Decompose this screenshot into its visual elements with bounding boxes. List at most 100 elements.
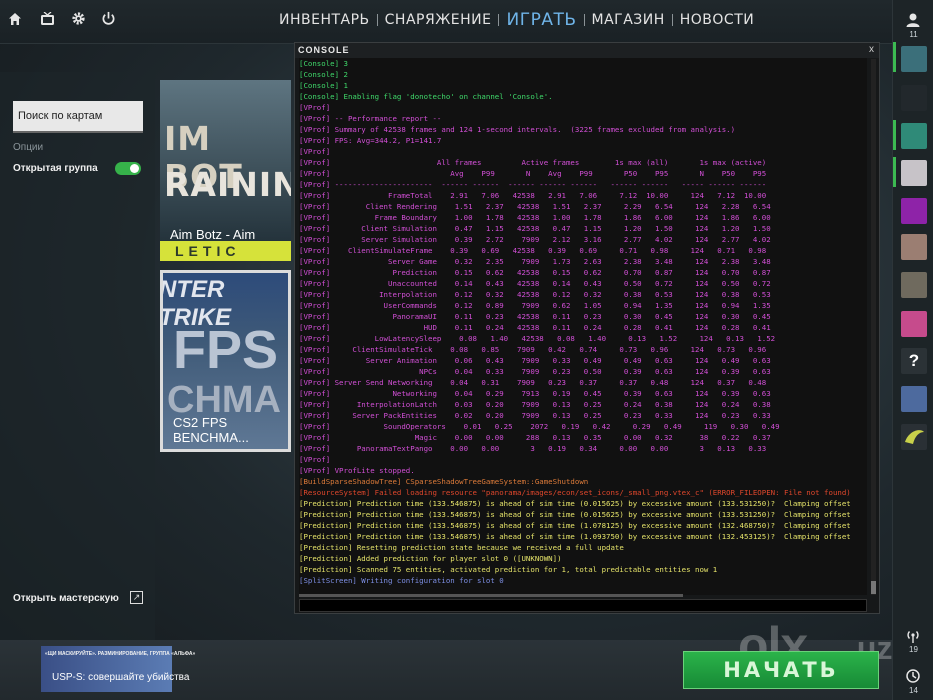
online-indicator (893, 157, 896, 187)
console-line: [Console] Enabling flag 'donotecho' on c… (299, 92, 553, 101)
home-icon[interactable] (4, 11, 26, 33)
console-line: [Prediction] Prediction time (133.546875… (299, 499, 851, 508)
console-line: [VProf] Server Game 0.32 2.35 7909 1.73 … (299, 257, 771, 266)
close-icon[interactable]: x (869, 44, 874, 55)
console-title: CONSOLE (298, 45, 350, 55)
console-line: [VProf] Server PackEntities 0.02 0.20 79… (299, 411, 771, 420)
history-count: 14 (909, 686, 918, 695)
console-line: [VProf] Frame Boundary 1.00 1.78 42538 1… (299, 213, 771, 222)
nav-play[interactable]: ИГРАТЬ (499, 10, 583, 30)
console-line: [Prediction] Prediction time (133.546875… (299, 521, 851, 530)
console-line: [VProf] SoundOperators 0.01 0.25 2072 0.… (299, 422, 780, 431)
console-title-bar[interactable]: CONSOLE x (295, 43, 879, 58)
console-line: [VProf] Server Send Networking 0.04 0.31… (299, 378, 767, 387)
map-art-text: CHMA (167, 379, 281, 421)
console-line: [ResourceSystem] Failed loading resource… (299, 488, 851, 497)
console-line: [VProf] ---------------------- ------ --… (299, 180, 767, 189)
friend-avatar[interactable] (901, 198, 927, 224)
console-output: [Console] 3 [Console] 2 [Console] 1 [Consol… (299, 58, 867, 595)
console-scrollbar[interactable] (871, 59, 876, 595)
console-line: [Prediction] Scanned 75 entities, activa… (299, 565, 718, 574)
friend-avatar[interactable] (901, 424, 927, 450)
console-command-input[interactable] (299, 599, 867, 612)
console-line: [Prediction] Prediction time (133.546875… (299, 510, 851, 519)
console-line: [BuildSparseShadowTree] CSparseShadowTre… (299, 477, 589, 486)
signal-count: 19 (909, 645, 918, 654)
console-line: [VProf] Magic 0.00 0.00 288 0.13 0.35 0.… (299, 433, 771, 442)
friend-avatar[interactable] (901, 46, 927, 72)
console-line: [Prediction] Resetting prediction state … (299, 543, 624, 552)
tv-icon[interactable] (36, 11, 58, 33)
open-workshop-link[interactable]: Открыть мастерскую (13, 593, 119, 604)
online-indicator (893, 42, 896, 72)
console-line: [VProf] NPCs 0.04 0.33 7909 0.23 0.50 0.… (299, 367, 771, 376)
console-line: [VProf] VProfLite stopped. (299, 466, 415, 475)
console-line: [VProf] Unaccounted 0.14 0.43 42538 0.14… (299, 279, 771, 288)
map-art-text: FPS (173, 320, 279, 380)
friend-avatar[interactable] (901, 160, 927, 186)
console-line: [VProf] Avg P99 N Avg P99 P50 P95 N P50 … (299, 169, 767, 178)
cs2-main-menu: ИНВЕНТАРЬ СНАРЯЖЕНИЕ ИГРАТЬ МАГАЗИН НОВО… (0, 0, 933, 700)
power-icon[interactable] (97, 11, 119, 33)
console-line: [VProf] Server Animation 0.06 0.43 7909 … (299, 356, 771, 365)
map-art-strip: LETIC (160, 241, 291, 261)
nav-inventory[interactable]: ИНВЕНТАРЬ (272, 12, 377, 28)
friend-avatar[interactable] (901, 123, 927, 149)
friend-avatar[interactable] (901, 272, 927, 298)
unknown-avatar-icon[interactable]: ? (901, 348, 927, 374)
console-line: [VProf] FPS: Avg=344.2, P1=141.7 (299, 136, 442, 145)
nav-news[interactable]: НОВОСТИ (673, 12, 761, 28)
console-line: [VProf] Interpolation 0.12 0.32 42538 0.… (299, 290, 771, 299)
console-line: [SplitScreen] Writing configuration for … (299, 576, 504, 585)
open-group-toggle[interactable] (115, 162, 141, 175)
console-line: [VProf] ClientSimulateFrame 0.39 0.69 42… (299, 246, 767, 255)
console-line: [VProf] All frames Active frames 1s max … (299, 158, 767, 167)
nav-store[interactable]: МАГАЗИН (585, 12, 672, 28)
options-heading: Опции (13, 142, 44, 153)
console-line: [VProf] Prediction 0.15 0.62 42538 0.15 … (299, 268, 771, 277)
console-line: [VProf] PanoramaTextPango 0.00 0.00 3 0.… (299, 444, 767, 453)
top-bar: ИНВЕНТАРЬ СНАРЯЖЕНИЕ ИГРАТЬ МАГАЗИН НОВО… (0, 0, 892, 44)
console-line: [VProf] (299, 103, 331, 112)
console-line: [VProf] ClientSimulateTick 0.08 0.85 790… (299, 345, 767, 354)
console-line: [Console] 2 (299, 70, 348, 79)
console-line: [VProf] InterpolationLatch 0.03 0.20 790… (299, 400, 771, 409)
friend-avatar[interactable] (901, 234, 927, 260)
external-link-icon[interactable]: ↗ (130, 591, 143, 604)
mission-text: USP-S: совершайте убийства (52, 672, 190, 683)
console-line: [VProf] FrameTotal 2.91 7.06 42538 2.91 … (299, 191, 767, 200)
online-indicator (893, 120, 896, 150)
map-card-fps-benchmark[interactable]: NTER TRIKE FPS CHMA CS2 FPS BENCHMA... (160, 270, 291, 452)
main-nav: ИНВЕНТАРЬ СНАРЯЖЕНИЕ ИГРАТЬ МАГАЗИН НОВО… (272, 10, 761, 30)
nav-loadout[interactable]: СНАРЯЖЕНИЕ (378, 12, 499, 28)
console-line: [Console] 1 (299, 81, 348, 90)
console-line: [VProf] Client Simulation 0.47 1.15 4253… (299, 224, 771, 233)
console-line: [VProf] HUD 0.11 0.24 42538 0.11 0.24 0.… (299, 323, 771, 332)
mission-subtitle: «ЩИ МАСКИРУЙТЕ». РАЗМИНИРОВАНИЕ, ГРУППА … (45, 651, 196, 657)
console-line: [Console] 3 (299, 59, 348, 68)
mission-card[interactable]: «ЩИ МАСКИРУЙТЕ». РАЗМИНИРОВАНИЕ, ГРУППА … (41, 646, 195, 692)
console-line: [VProf] (299, 455, 331, 464)
friend-avatar[interactable] (901, 85, 927, 111)
console-horizontal-scrollbar[interactable] (299, 594, 683, 597)
console-line: [VProf] PanoramaUI 0.11 0.23 42538 0.11 … (299, 312, 771, 321)
console-line: [Prediction] Prediction time (133.546875… (299, 532, 851, 541)
console-line: [VProf] UserCommands 0.12 0.89 7909 0.62… (299, 301, 771, 310)
console-line: [VProf] Server Simulation 0.39 2.72 7909… (299, 235, 771, 244)
console-line: [VProf] (299, 147, 331, 156)
friend-avatar[interactable] (901, 386, 927, 412)
friends-sidebar: 11 ? 19 14 (892, 0, 933, 700)
console-line: [VProf] Networking 0.04 0.29 7913 0.19 0… (299, 389, 771, 398)
map-card-aim-botz[interactable]: IM BOT RAININ Aim Botz - Aim Traini... L… (160, 80, 291, 261)
console-line: [VProf] -- Performance report -- (299, 114, 442, 123)
friends-count: 11 (909, 30, 918, 39)
play-button[interactable]: НАЧАТЬ (683, 651, 879, 689)
map-art-text: RAININ (164, 165, 291, 204)
gear-icon[interactable] (67, 11, 89, 33)
map-search-input[interactable]: Поиск по картам (13, 101, 143, 133)
console-line: [VProf] Client Rendering 1.51 2.37 42538… (299, 202, 771, 211)
console-line: [VProf] Summary of 42538 frames and 124 … (299, 125, 736, 134)
console-window: CONSOLE x [Console] 3 [Console] 2 [Console… (294, 42, 880, 614)
console-scroll-thumb[interactable] (871, 581, 876, 594)
friend-avatar[interactable] (901, 311, 927, 337)
